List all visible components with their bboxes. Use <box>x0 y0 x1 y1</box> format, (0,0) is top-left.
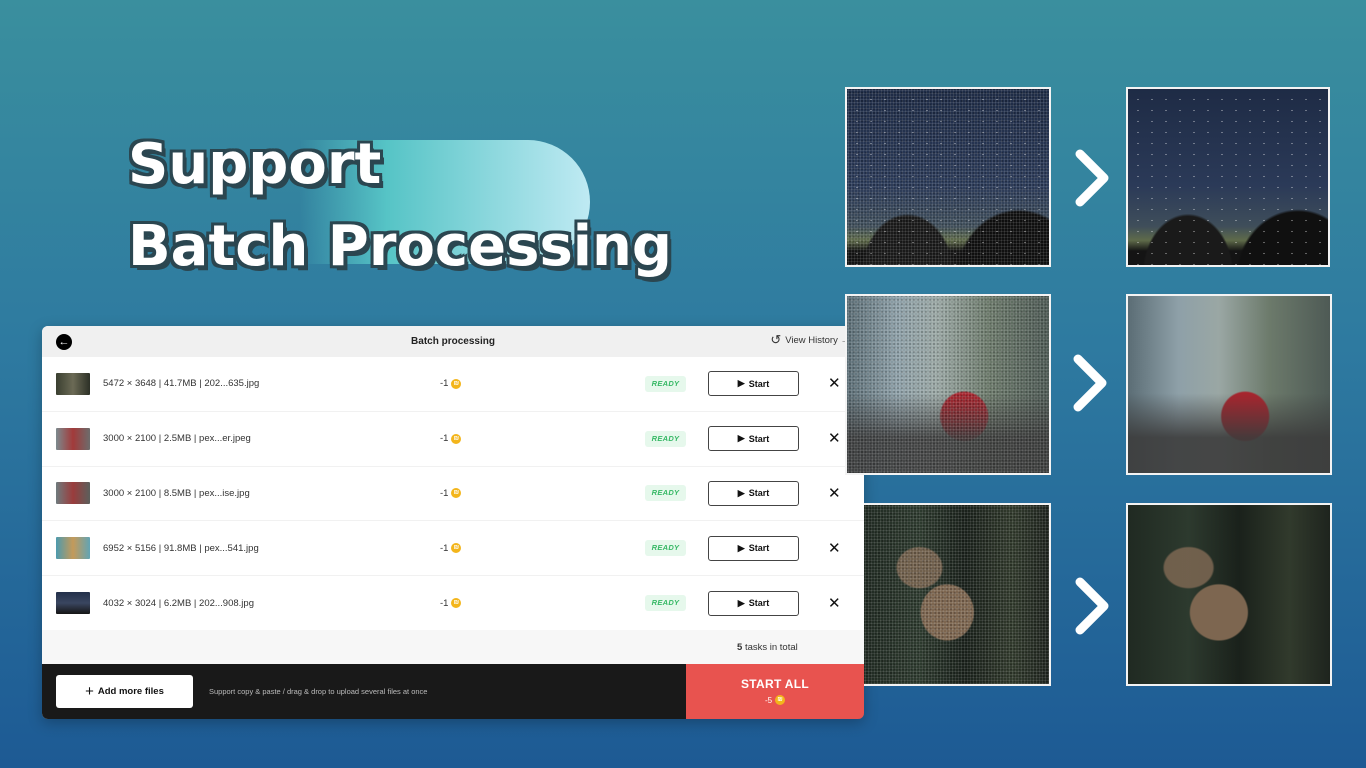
start-label: Start <box>748 488 770 499</box>
start-all-cost-value: -5 <box>764 695 773 705</box>
street-before-image <box>845 294 1051 475</box>
chevron-right-icon <box>1075 149 1109 207</box>
upload-hint: Support copy & paste / drag & drop to up… <box>209 687 428 696</box>
task-thumbnail <box>56 537 90 560</box>
start-label: Start <box>748 598 770 609</box>
panel-header: ← Batch processing ↺ View History → <box>42 326 864 357</box>
remove-icon[interactable]: ✕ <box>828 486 841 501</box>
add-more-label: Add more files <box>97 686 164 697</box>
task-row: 6952 × 5156 | 91.8MB | pex...541.jpg -1 ₪… <box>42 521 864 577</box>
task-row: 3000 × 2100 | 2.5MB | pex...er.jpeg -1 ₪ … <box>42 412 864 467</box>
start-button[interactable]: ▶ Start <box>708 590 799 616</box>
coin-icon: ₪ <box>451 543 462 554</box>
tasks-count: 5 <box>737 642 743 653</box>
task-row: 3000 × 2100 | 8.5MB | pex...ise.jpg -1 ₪ … <box>42 467 864 522</box>
start-label: Start <box>748 433 770 444</box>
status-badge: READY <box>645 595 686 612</box>
back-arrow-icon[interactable]: ← <box>56 334 72 350</box>
panel-title: Batch processing <box>411 336 495 347</box>
cost-value: -1 <box>440 487 449 499</box>
file-info: 4032 × 3024 | 6.2MB | 202...908.jpg <box>103 597 254 609</box>
coin-icon: ₪ <box>451 433 462 444</box>
tasks-total: 5 tasks in total <box>737 642 798 653</box>
deer-before-image <box>864 503 1051 686</box>
status-badge: READY <box>645 540 686 557</box>
play-icon: ▶ <box>737 378 745 389</box>
play-icon: ▶ <box>737 542 745 553</box>
headline: Support Batch Processing <box>128 124 672 288</box>
start-label: Start <box>748 378 770 389</box>
sky-after-image <box>1126 87 1330 267</box>
task-cost: -1 ₪ <box>440 433 462 445</box>
view-history-label: View History → <box>785 334 850 346</box>
play-icon: ▶ <box>737 487 745 498</box>
plus-icon: + <box>85 683 94 700</box>
play-icon: ▶ <box>737 433 745 444</box>
panel-footer: + Add more files Support copy & paste / … <box>42 664 864 719</box>
batch-panel: ← Batch processing ↺ View History → 5472… <box>42 326 864 719</box>
cost-value: -1 <box>440 378 449 390</box>
remove-icon[interactable]: ✕ <box>828 596 841 611</box>
add-more-files-button[interactable]: + Add more files <box>56 675 193 708</box>
street-after-image <box>1126 294 1332 475</box>
headline-line-1: Support <box>128 132 382 197</box>
cost-value: -1 <box>440 542 449 554</box>
task-cost: -1 ₪ <box>440 378 462 390</box>
sky-before-image <box>845 87 1051 267</box>
tasks-suffix: tasks in total <box>744 642 798 653</box>
view-history-link[interactable]: ↺ View History → <box>770 332 850 347</box>
start-button[interactable]: ▶ Start <box>708 426 799 452</box>
headline-line-2: Batch Processing <box>128 214 672 279</box>
coin-icon: ₪ <box>451 378 462 389</box>
total-bar: 5 tasks in total <box>42 630 864 664</box>
task-thumbnail <box>56 372 90 395</box>
chevron-right-icon <box>1075 577 1109 635</box>
start-all-cost: -5 ₪ <box>686 695 864 705</box>
file-info: 5472 × 3648 | 41.7MB | 202...635.jpg <box>103 378 260 390</box>
task-thumbnail <box>56 592 90 615</box>
chevron-right-icon <box>1073 354 1107 412</box>
task-list: 5472 × 3648 | 41.7MB | 202...635.jpg -1 ₪… <box>42 357 864 631</box>
start-button[interactable]: ▶ Start <box>708 371 799 397</box>
start-label: Start <box>748 543 770 554</box>
status-badge: READY <box>645 430 686 447</box>
play-icon: ▶ <box>737 597 745 608</box>
task-row: 4032 × 3024 | 6.2MB | 202...908.jpg -1 ₪ … <box>42 576 864 631</box>
remove-icon[interactable]: ✕ <box>828 376 841 391</box>
file-info: 3000 × 2100 | 2.5MB | pex...er.jpeg <box>103 433 251 445</box>
file-info: 3000 × 2100 | 8.5MB | pex...ise.jpg <box>103 487 250 499</box>
file-info: 6952 × 5156 | 91.8MB | pex...541.jpg <box>103 542 259 554</box>
task-cost: -1 ₪ <box>440 487 462 499</box>
task-row: 5472 × 3648 | 41.7MB | 202...635.jpg -1 ₪… <box>42 357 864 412</box>
start-all-button[interactable]: START ALL -5 ₪ <box>686 664 864 719</box>
status-badge: READY <box>645 375 686 392</box>
remove-icon[interactable]: ✕ <box>828 431 841 446</box>
task-cost: -1 ₪ <box>440 597 462 609</box>
task-thumbnail <box>56 427 90 450</box>
task-cost: -1 ₪ <box>440 542 462 554</box>
start-button[interactable]: ▶ Start <box>708 480 799 506</box>
coin-icon: ₪ <box>451 598 462 609</box>
cost-value: -1 <box>440 597 449 609</box>
status-badge: READY <box>645 485 686 502</box>
history-icon: ↺ <box>770 332 782 347</box>
start-all-label: START ALL <box>740 677 810 691</box>
deer-after-image <box>1126 503 1332 686</box>
start-button[interactable]: ▶ Start <box>708 535 799 561</box>
remove-icon[interactable]: ✕ <box>828 541 841 556</box>
coin-icon: ₪ <box>451 488 462 499</box>
task-thumbnail <box>56 482 90 505</box>
coin-icon: ₪ <box>775 695 786 705</box>
cost-value: -1 <box>440 433 449 445</box>
